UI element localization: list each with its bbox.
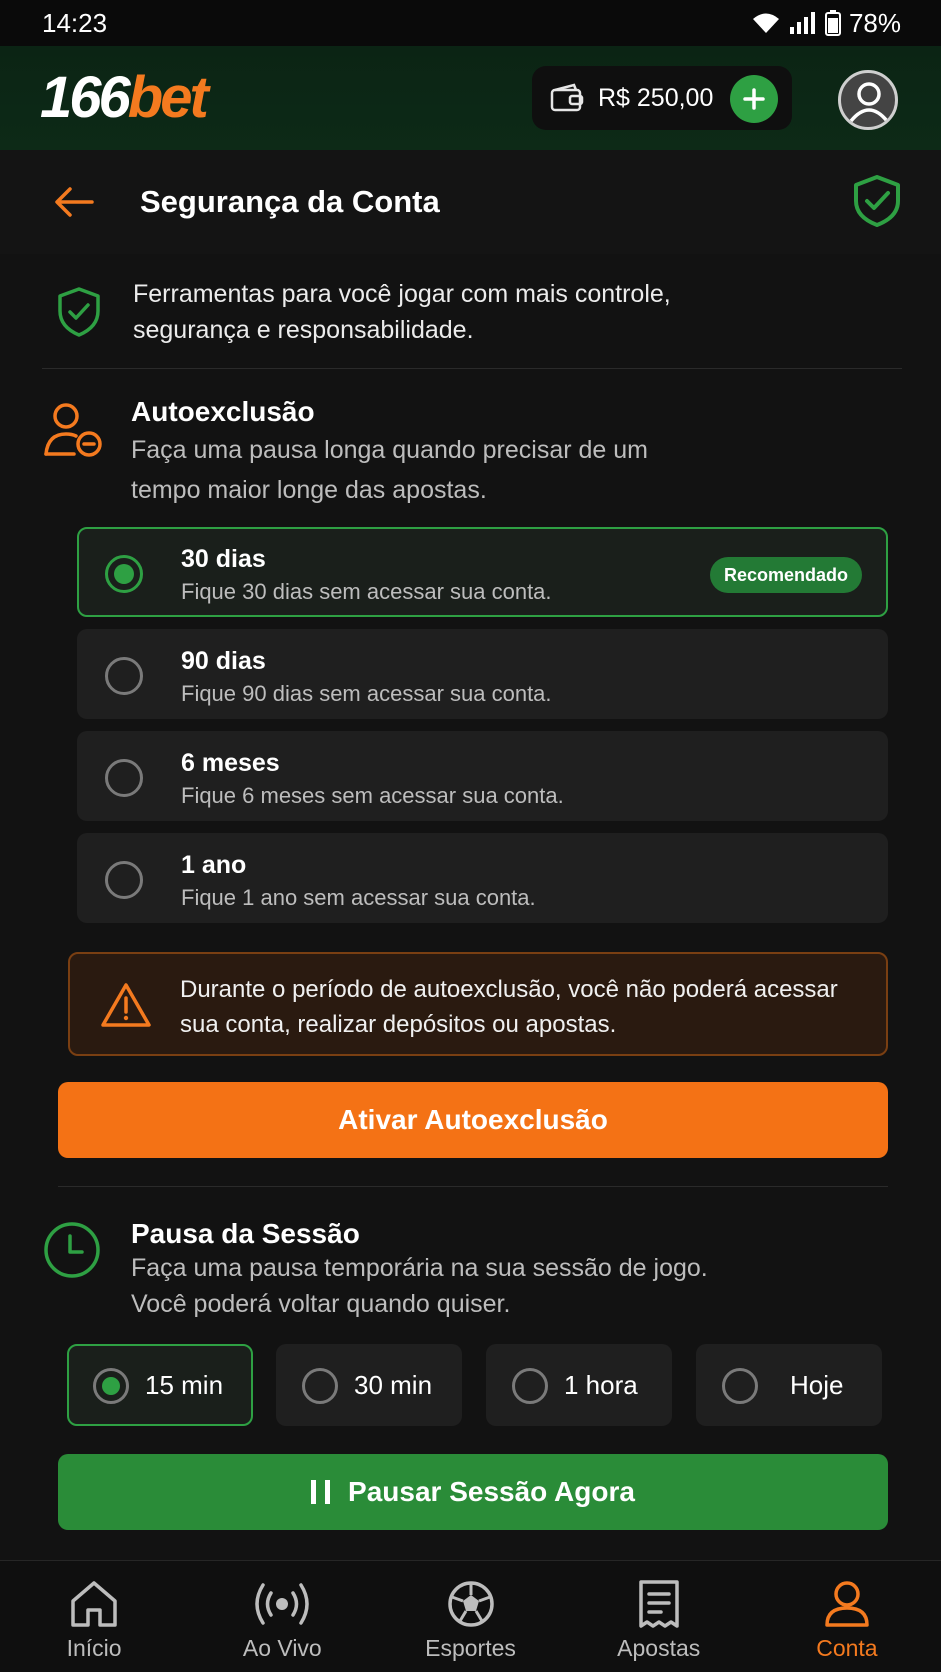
option-title: 30 dias bbox=[181, 545, 266, 573]
logo[interactable]: 166bet bbox=[40, 65, 209, 130]
title-bar: Segurança da Conta bbox=[0, 150, 941, 254]
pausa-description-line1: Faça uma pausa temporária na sua sessão … bbox=[131, 1254, 708, 1282]
pausa-title: Pausa da Sessão bbox=[131, 1218, 360, 1249]
pause-option-label: Hoje bbox=[790, 1370, 844, 1400]
option-subtitle: Fique 90 dias sem acessar sua conta. bbox=[181, 681, 552, 706]
option-subtitle: Fique 1 ano sem acessar sua conta. bbox=[181, 885, 536, 910]
option-30-dias[interactable]: 30 dias Fique 30 dias sem acessar sua co… bbox=[77, 527, 888, 617]
logo-number: 166 bbox=[40, 65, 131, 130]
user-avatar-icon bbox=[849, 82, 889, 123]
avatar[interactable] bbox=[838, 70, 898, 130]
intro-section: Ferramentas para você jogar com mais con… bbox=[0, 254, 941, 370]
pause-option-label: 15 min bbox=[145, 1370, 224, 1400]
option-title: 90 dias bbox=[181, 647, 266, 675]
nav-label: Esportes bbox=[425, 1635, 516, 1661]
nav-item-ao-vivo[interactable]: Ao Vivo bbox=[188, 1561, 376, 1672]
nav-label: Ao Vivo bbox=[242, 1635, 322, 1661]
activate-autoexclusion-button[interactable]: Ativar Autoexclusão bbox=[58, 1082, 888, 1158]
divider bbox=[58, 1186, 888, 1187]
radio-button[interactable] bbox=[512, 1368, 548, 1404]
pause-option-hoje[interactable]: Hoje bbox=[696, 1344, 882, 1426]
live-icon bbox=[255, 1583, 310, 1625]
pause-icon bbox=[311, 1480, 331, 1504]
option-6-meses[interactable]: 6 meses Fique 6 meses sem acessar sua co… bbox=[77, 731, 888, 821]
pause-option-30-min[interactable]: 30 min bbox=[276, 1344, 462, 1426]
battery-icon bbox=[824, 10, 841, 36]
pause-option-1-hora[interactable]: 1 hora bbox=[486, 1344, 672, 1426]
page-title: Segurança da Conta bbox=[140, 184, 440, 219]
user-icon bbox=[825, 1581, 869, 1627]
recommended-badge: Recomendado bbox=[709, 557, 862, 593]
pause-session-button[interactable]: Pausar Sessão Agora bbox=[58, 1454, 888, 1530]
radio-button[interactable] bbox=[93, 1368, 129, 1404]
radio-selected-dot bbox=[102, 1377, 120, 1395]
pause-option-label: 30 min bbox=[354, 1370, 433, 1400]
status-icons: 78% bbox=[751, 8, 901, 39]
logo-text: bet bbox=[127, 65, 209, 130]
plus-icon bbox=[743, 88, 765, 110]
shield-check-icon bbox=[854, 175, 900, 227]
option-subtitle: Fique 6 meses sem acessar sua conta. bbox=[181, 783, 564, 808]
home-icon bbox=[71, 1581, 117, 1627]
status-time: 14:23 bbox=[42, 7, 108, 38]
intro-text: Ferramentas para você jogar com mais con… bbox=[133, 280, 671, 344]
warning-text: Durante o período de autoexclusão, você … bbox=[180, 976, 838, 1038]
nav-item-esportes[interactable]: Esportes bbox=[376, 1561, 564, 1672]
nav-label: Conta bbox=[816, 1635, 878, 1661]
user-minus-icon bbox=[44, 403, 102, 457]
radio-button[interactable] bbox=[105, 657, 143, 695]
option-title: 1 ano bbox=[181, 851, 247, 879]
wallet-icon bbox=[550, 83, 584, 112]
nav-item-apostas[interactable]: Apostas bbox=[565, 1561, 753, 1672]
back-arrow-icon[interactable] bbox=[52, 180, 96, 224]
autoexclusao-description: Faça uma pausa longa quando precisar de … bbox=[131, 436, 648, 504]
warning-box: Durante o período de autoexclusão, você … bbox=[68, 952, 888, 1056]
clock-icon bbox=[44, 1222, 100, 1278]
status-bar: 14:23 78% bbox=[0, 0, 941, 46]
pausa-description-line2: Você poderá voltar quando quiser. bbox=[131, 1290, 511, 1318]
pause-option-15-min[interactable]: 15 min bbox=[67, 1344, 253, 1426]
radio-button[interactable] bbox=[105, 861, 143, 899]
pause-option-label: 1 hora bbox=[564, 1370, 638, 1400]
radio-selected-dot bbox=[114, 564, 134, 584]
balance-amount: R$ 250,00 bbox=[598, 83, 714, 112]
radio-button[interactable] bbox=[302, 1368, 338, 1404]
nav-item-conta[interactable]: Conta bbox=[753, 1561, 941, 1672]
soccer-ball-icon bbox=[447, 1581, 494, 1627]
radio-button[interactable] bbox=[105, 759, 143, 797]
warning-icon bbox=[101, 983, 151, 1027]
option-subtitle: Fique 30 dias sem acessar sua conta. bbox=[181, 579, 552, 604]
option-1-ano[interactable]: 1 ano Fique 1 ano sem acessar sua conta. bbox=[77, 833, 888, 923]
signal-icon bbox=[789, 12, 815, 34]
wifi-icon bbox=[752, 13, 779, 33]
wallet-balance[interactable]: R$ 250,00 bbox=[532, 66, 792, 130]
bet-slip-icon bbox=[638, 1580, 679, 1628]
option-90-dias[interactable]: 90 dias Fique 90 dias sem acessar sua co… bbox=[77, 629, 888, 719]
nav-label: Início bbox=[66, 1635, 122, 1661]
option-title: 6 meses bbox=[181, 749, 280, 777]
pause-session-label: Pausar Sessão Agora bbox=[348, 1476, 635, 1507]
deposit-button[interactable] bbox=[730, 75, 778, 123]
radio-button[interactable] bbox=[105, 555, 143, 593]
shield-check-icon bbox=[58, 287, 100, 337]
nav-item-inicio[interactable]: Início bbox=[0, 1561, 188, 1672]
battery-level: 78% bbox=[848, 7, 901, 38]
nav-label: Apostas bbox=[617, 1635, 701, 1661]
bottom-nav: Início Ao Vivo Esportes Apostas Conta bbox=[0, 1560, 941, 1672]
divider bbox=[42, 368, 902, 369]
autoexclusao-title: Autoexclusão bbox=[131, 396, 315, 427]
app-header: 166bet R$ 250,00 bbox=[0, 46, 941, 150]
radio-button[interactable] bbox=[722, 1368, 758, 1404]
